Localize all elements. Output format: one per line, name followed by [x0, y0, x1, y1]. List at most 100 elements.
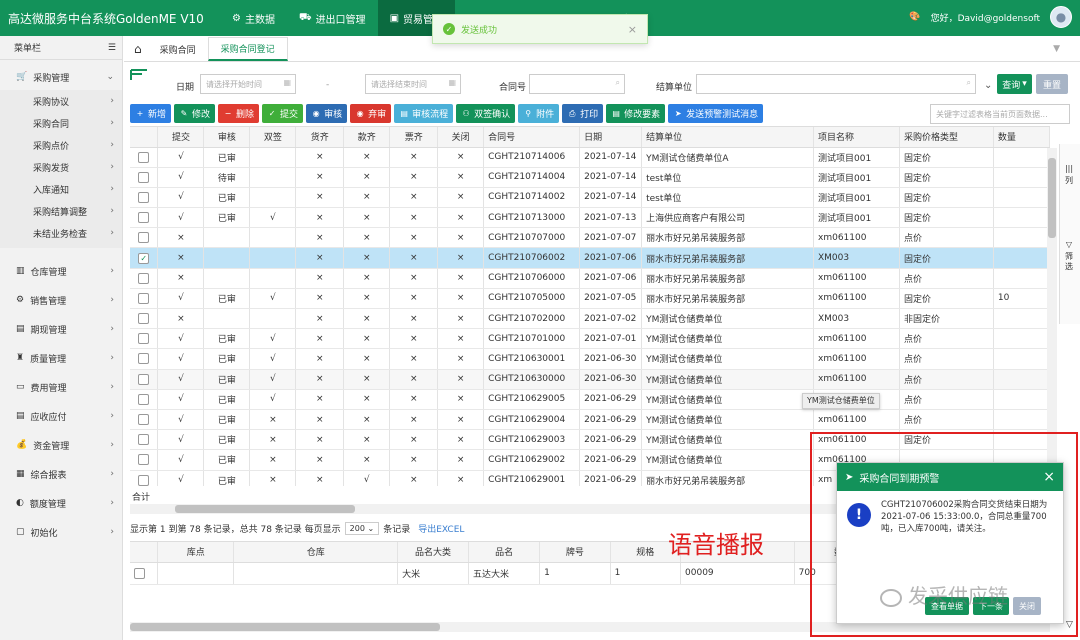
tab-contract-register[interactable]: 采购合同登记 [207, 37, 288, 61]
export-excel-link[interactable]: 导出EXCEL [418, 522, 464, 535]
contract-input[interactable]: ⌕ [529, 74, 625, 94]
table-row[interactable]: √ 已审 × × × × CGHT210714006 2021-07-14 YM测试仓储费单位A… [130, 147, 1050, 168]
sidebar-group-purchase[interactable]: 🛒 采购管理 ⌄ [0, 64, 122, 90]
sidebar-item-agreement[interactable]: 采购协议 › [0, 90, 122, 112]
column-header[interactable]: 双签 [249, 127, 297, 148]
row-checkbox[interactable] [138, 373, 150, 385]
column-header[interactable]: 结算单位 [641, 127, 814, 148]
row-checkbox[interactable]: ✓ [138, 252, 150, 264]
row-checkbox[interactable] [138, 474, 150, 486]
table-row[interactable]: √ 已审 × × × × CGHT210714002 2021-07-14 test单位 测试项目… [130, 187, 1050, 209]
table-row[interactable]: √ 已审 √ × × × × CGHT210701000 2021-07-01 YM测试仓储费单位… [130, 328, 1050, 350]
column-header[interactable]: 审核 [203, 127, 251, 148]
tab-purchase-contract[interactable]: 采购合同 [148, 37, 208, 61]
sidebar-group-quota[interactable]: ◐ 额度管理 › [0, 490, 122, 516]
query-button[interactable]: 查询 ▾ [997, 74, 1032, 94]
table-row[interactable]: × × × × × CGHT210702000 2021-07-02 YM测试仓储费单位 XM0… [130, 308, 1050, 330]
home-icon[interactable]: ⌂ [128, 37, 148, 61]
sidebar-item-contract[interactable]: 采购合同 › [0, 112, 122, 134]
sidebar-item-open-check[interactable]: 未结业务检查 › [0, 222, 122, 244]
column-header[interactable]: 库点 [157, 542, 235, 563]
table-row[interactable]: √ 已审 √ × × × × CGHT210630000 2021-06-30 YM测试仓储费单位… [130, 369, 1050, 390]
start-date-input[interactable]: 请选择开始时间 ▦ [200, 74, 296, 94]
row-checkbox[interactable] [134, 567, 145, 579]
column-header[interactable]: 项目名称 [813, 127, 900, 148]
column-header[interactable]: 数量 [993, 127, 1050, 148]
row-checkbox[interactable] [138, 191, 150, 203]
column-header[interactable]: 采购价格类型 [899, 127, 994, 148]
toolbar-button[interactable]: − 删除 [218, 104, 260, 123]
sidebar-group-warehouse[interactable]: ▥ 仓库管理 › [0, 258, 122, 284]
row-checkbox[interactable] [138, 292, 150, 304]
row-checkbox[interactable] [138, 272, 150, 284]
table-row[interactable]: √ 已审 √ × × × × CGHT210630001 2021-06-30 YM测试仓储费单位… [130, 348, 1050, 370]
scroll-thumb[interactable] [175, 505, 355, 513]
row-checkbox[interactable] [138, 333, 150, 345]
table-row[interactable]: × × × × × CGHT210707000 2021-07-07 丽水市好兄弟吊装服务部 x… [130, 227, 1050, 249]
palette-icon[interactable]: 🎨 [909, 12, 920, 22]
row-checkbox[interactable] [138, 393, 150, 405]
column-header[interactable]: 品名大类 [397, 542, 470, 563]
sidebar-group-futures[interactable]: ▤ 期现管理 › [0, 316, 122, 342]
row-checkbox[interactable] [138, 414, 150, 426]
toolbar-button[interactable]: ⎙ 打印 [562, 104, 604, 123]
toolbar-button[interactable]: ✓ 提交 [262, 104, 304, 123]
row-checkbox[interactable] [138, 434, 150, 446]
topnav-item-import-export[interactable]: ⛟ 进出口管理 [287, 0, 378, 36]
menu-toggle-icon[interactable]: ☰ [108, 43, 116, 53]
filter-icon[interactable]: ▽ [1064, 240, 1074, 250]
toolbar-button[interactable]: ◉ 弃审 [350, 104, 392, 123]
row-checkbox[interactable] [138, 353, 150, 365]
end-date-input[interactable]: 请选择结束时间 ▦ [365, 74, 461, 94]
row-checkbox[interactable] [138, 212, 150, 224]
scroll-thumb[interactable] [1048, 158, 1056, 238]
table-row[interactable]: ✓ × × × × × CGHT210706002 2021-07-06 丽水市好兄弟吊装服务部… [130, 247, 1050, 269]
column-header[interactable]: 品名 [468, 542, 541, 563]
table-row[interactable]: × × × × × CGHT210706000 2021-07-06 丽水市好兄弟吊装服务部 x… [130, 268, 1050, 289]
column-header[interactable]: 提交 [157, 127, 205, 148]
sidebar-group-funds[interactable]: 💰 资金管理 › [0, 432, 122, 458]
toolbar-button[interactable]: ⚇ 双签确认 [456, 104, 516, 123]
columns-label[interactable]: 列 [1064, 176, 1074, 186]
sidebar-group-quality[interactable]: ♜ 质量管理 › [0, 345, 122, 371]
column-header[interactable]: 货齐 [295, 127, 345, 148]
sidebar-item-pricing[interactable]: 采购点价 › [0, 134, 122, 156]
column-header[interactable]: 合同号 [483, 127, 581, 148]
sidebar-item-receipt-notice[interactable]: 入库通知 › [0, 178, 122, 200]
toolbar-button[interactable]: ▤ 修改要素 [606, 104, 666, 123]
row-checkbox[interactable] [138, 454, 150, 466]
row-checkbox[interactable] [138, 151, 150, 163]
row-checkbox[interactable] [138, 313, 150, 325]
toolbar-button[interactable]: ⚲ 附件 [518, 104, 560, 123]
scroll-down-icon[interactable]: ▽ [1066, 620, 1073, 630]
sidebar-group-init[interactable]: ▢ 初始化 › [0, 519, 122, 545]
toolbar-button[interactable]: ✎ 修改 [174, 104, 216, 123]
filter-label[interactable]: 筛选 [1064, 252, 1074, 272]
column-header[interactable]: 款齐 [343, 127, 391, 148]
toolbar-button[interactable]: ▤ 审核流程 [394, 104, 454, 123]
sidebar-item-shipment[interactable]: 采购发货 › [0, 156, 122, 178]
toolbar-button[interactable]: ➤ 发送预警测试消息 [668, 104, 764, 123]
avatar[interactable]: ● [1050, 6, 1072, 28]
row-checkbox[interactable] [138, 232, 150, 244]
table-row[interactable]: √ 已审 × × × × × CGHT210629004 2021-06-29 YM测试仓储费单位… [130, 409, 1050, 431]
sidebar-group-sales[interactable]: ⚙ 销售管理 › [0, 287, 122, 313]
keyword-filter-input[interactable]: 关键字过滤表格当前页面数据... [930, 104, 1070, 124]
toolbar-button[interactable]: + 新增 [130, 104, 172, 123]
user-greeting[interactable]: 您好，David@goldensoft [931, 11, 1040, 24]
sidebar-group-reports[interactable]: ▦ 综合报表 › [0, 461, 122, 487]
table-row[interactable]: √ 已审 √ × × × × CGHT210705000 2021-07-05 丽水市好兄弟吊装服… [130, 288, 1050, 310]
column-header[interactable]: 日期 [579, 127, 643, 148]
reset-button[interactable]: 重置 [1036, 74, 1068, 94]
table-row[interactable]: √ 待审 × × × × CGHT210714004 2021-07-14 test单位 测试项目… [130, 167, 1050, 188]
sidebar-item-settlement[interactable]: 采购结算调整 › [0, 200, 122, 222]
sidebar-group-receivable[interactable]: ▤ 应收应付 › [0, 403, 122, 429]
column-header[interactable]: 票齐 [389, 127, 439, 148]
column-header[interactable]: 仓库 [233, 542, 399, 563]
close-icon[interactable]: × [628, 23, 637, 36]
page-size-select[interactable]: 200 ⌄ [344, 522, 380, 535]
double-chevron-icon[interactable]: ⌄ [984, 80, 992, 91]
columns-icon[interactable]: ||| [1064, 164, 1074, 174]
table-row[interactable]: √ 已审 √ × × × × CGHT210629005 2021-06-29 YM测试仓储费单位… [130, 389, 1050, 410]
column-header[interactable]: 关闭 [437, 127, 485, 148]
